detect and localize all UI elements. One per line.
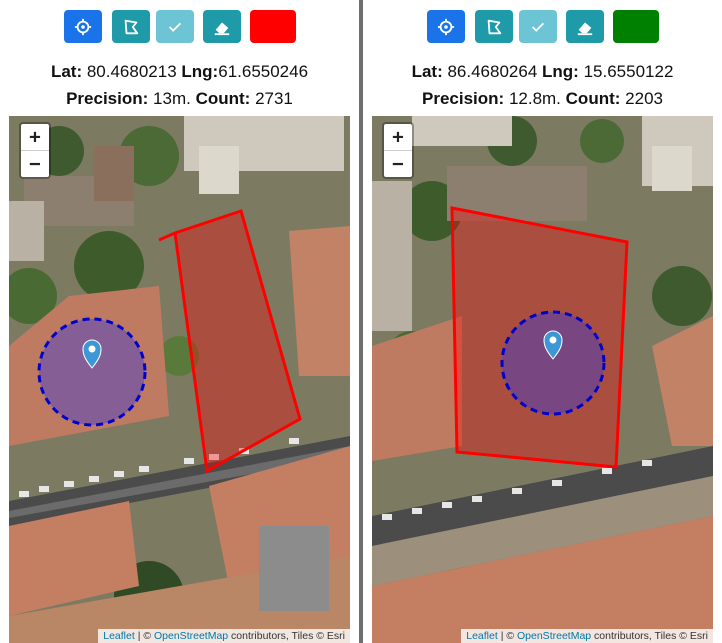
zoom-out-button[interactable]: − bbox=[384, 151, 412, 177]
confirm-button[interactable] bbox=[519, 10, 557, 43]
zoom-out-button[interactable]: − bbox=[21, 151, 49, 177]
zoom-control: + − bbox=[382, 122, 414, 179]
erase-button[interactable] bbox=[566, 10, 604, 43]
lng-value: 15.6550122 bbox=[583, 62, 674, 81]
lng-value: 61.6550246 bbox=[218, 62, 309, 81]
lat-label: Lat: bbox=[411, 62, 443, 81]
lat-value: 80.4680213 bbox=[86, 62, 177, 81]
coordinates-line: Lat: 86.4680264 Lng: 15.6550122 bbox=[363, 62, 722, 82]
precision-line: Precision: 12.8m. Count: 2203 bbox=[363, 89, 722, 109]
count-label: Count: bbox=[565, 89, 621, 108]
precision-line: Precision: 13m. Count: 2731 bbox=[0, 89, 359, 109]
confirm-button[interactable] bbox=[156, 10, 194, 43]
check-icon bbox=[168, 22, 182, 32]
map[interactable]: + − Leaflet | © OpenStreetMap contributo… bbox=[9, 116, 350, 643]
locate-button[interactable] bbox=[64, 10, 102, 43]
precision-value: 12.8m. bbox=[508, 89, 561, 108]
satellite-imagery bbox=[9, 116, 350, 643]
osm-link[interactable]: OpenStreetMap bbox=[517, 630, 591, 642]
zoom-control: + − bbox=[19, 122, 51, 179]
polygon-draw-icon bbox=[487, 19, 502, 34]
crosshair-icon bbox=[437, 18, 455, 35]
draw-polygon-button[interactable] bbox=[475, 10, 513, 43]
leaflet-link[interactable]: Leaflet bbox=[466, 630, 498, 642]
lat-label: Lat: bbox=[50, 62, 83, 81]
check-icon bbox=[531, 22, 545, 32]
precision-circle bbox=[37, 317, 147, 427]
lng-label: Lng: bbox=[542, 62, 579, 81]
precision-value: 13m. bbox=[153, 89, 191, 108]
left-panel: Lat: 80.4680213 Lng:61.6550246 Precision… bbox=[0, 0, 359, 643]
precision-label: Precision: bbox=[422, 89, 505, 108]
erase-button[interactable] bbox=[203, 10, 241, 43]
locate-button[interactable] bbox=[427, 10, 465, 43]
osm-link[interactable]: OpenStreetMap bbox=[154, 630, 228, 642]
attribution: Leaflet | © OpenStreetMap contributors, … bbox=[98, 629, 350, 643]
leaflet-link[interactable]: Leaflet bbox=[103, 630, 135, 642]
precision-circle bbox=[500, 310, 606, 416]
toolbar bbox=[0, 10, 359, 46]
zoom-in-button[interactable]: + bbox=[384, 124, 412, 151]
eraser-icon bbox=[214, 22, 230, 35]
satellite-imagery bbox=[372, 116, 713, 643]
coordinates-line: Lat: 80.4680213 Lng:61.6550246 bbox=[0, 62, 359, 82]
attribution: Leaflet | © OpenStreetMap contributors, … bbox=[461, 629, 713, 643]
eraser-icon bbox=[577, 22, 593, 35]
lat-value: 86.4680264 bbox=[447, 62, 538, 81]
toolbar bbox=[363, 10, 722, 46]
polygon-draw-icon bbox=[124, 19, 139, 34]
zoom-in-button[interactable]: + bbox=[21, 124, 49, 151]
draw-polygon-button[interactable] bbox=[112, 10, 150, 43]
lng-label: Lng: bbox=[181, 62, 219, 81]
right-panel: Lat: 86.4680264 Lng: 15.6550122 Precisio… bbox=[363, 0, 722, 643]
precision-label: Precision: bbox=[66, 89, 149, 108]
count-label: Count: bbox=[195, 89, 251, 108]
color-swatch-button[interactable] bbox=[613, 10, 659, 43]
color-swatch-button[interactable] bbox=[250, 10, 296, 43]
map[interactable]: + − Leaflet | © OpenStreetMap contributo… bbox=[372, 116, 713, 643]
crosshair-icon bbox=[74, 18, 92, 35]
count-value: 2203 bbox=[625, 89, 663, 108]
count-value: 2731 bbox=[255, 89, 293, 108]
